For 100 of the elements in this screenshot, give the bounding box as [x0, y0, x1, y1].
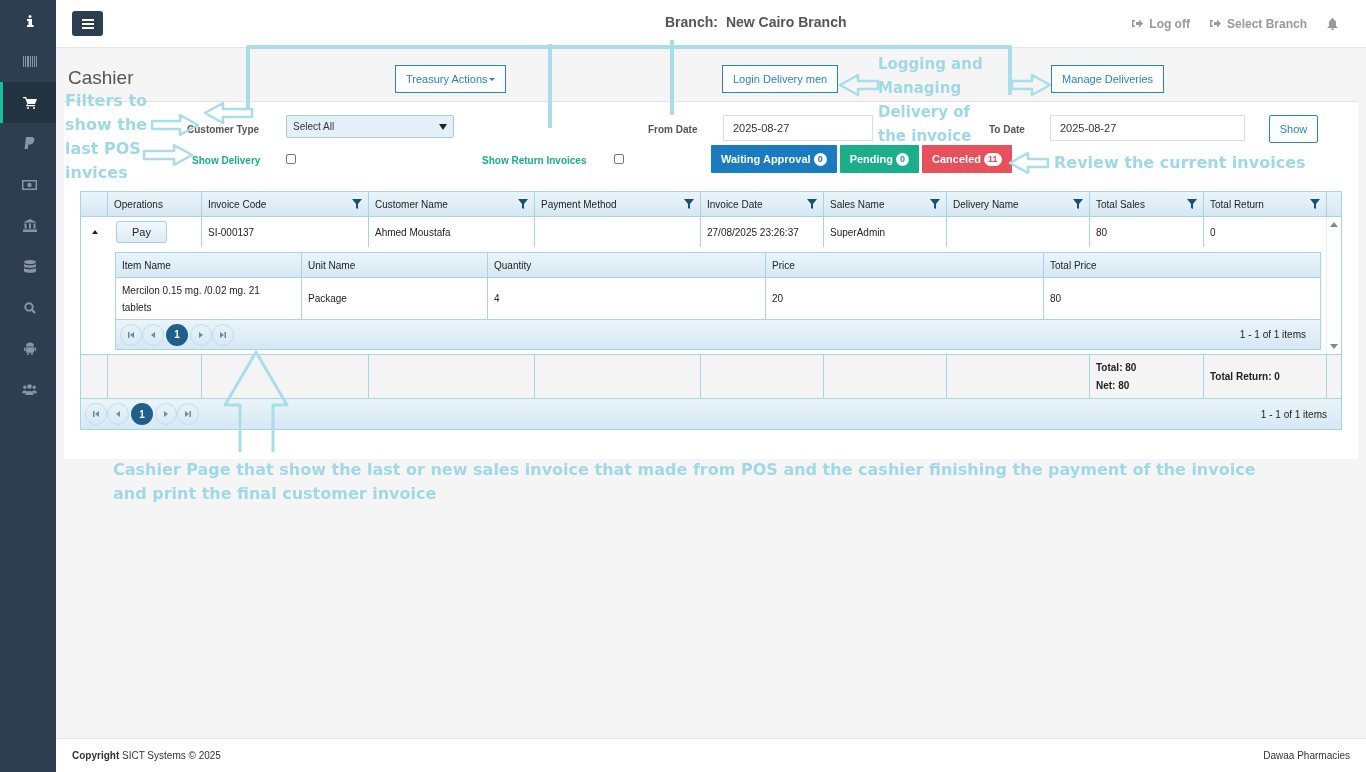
filter-icon[interactable]: [807, 199, 817, 209]
count-badge: 0: [896, 152, 910, 166]
filter-icon[interactable]: [352, 199, 362, 209]
sign-out-icon: [1132, 19, 1144, 28]
column-header[interactable]: Operations: [114, 196, 163, 212]
detail-column-header: Item Name: [122, 258, 171, 273]
arrow: [838, 73, 880, 97]
next-icon: [198, 331, 204, 338]
barcode-icon: [22, 56, 37, 67]
branch-label: Branch:: [665, 13, 718, 32]
filters-annotation: Filters to show the last POS invices: [65, 90, 149, 184]
previous-icon: [115, 411, 121, 417]
filter-icon[interactable]: [518, 199, 528, 209]
table-cell-text: 80: [1050, 292, 1062, 306]
filter-icon[interactable]: [1310, 199, 1320, 209]
column-header[interactable]: Invoice Date: [707, 196, 763, 212]
detail-column-header: Unit Name: [308, 258, 356, 273]
bell-icon[interactable]: [1327, 17, 1338, 30]
sidebar-item[interactable]: [0, 82, 56, 123]
search-icon: [23, 301, 36, 314]
next-icon: [185, 411, 191, 417]
column-header[interactable]: Customer Name: [375, 196, 448, 212]
action-button[interactable]: Treasury Actions: [395, 65, 506, 93]
pay-button[interactable]: Pay: [116, 221, 167, 243]
status-button[interactable]: Waiting Approval 0: [711, 145, 837, 173]
filter-icon[interactable]: [1073, 199, 1083, 209]
status-button[interactable]: Canceled 11: [922, 145, 1012, 173]
filter-label: Customer Type: [187, 123, 260, 137]
info-icon: [25, 14, 34, 27]
action-button[interactable]: Login Delivery men: [722, 65, 839, 93]
table-cell-text: SuperAdmin: [830, 225, 886, 240]
menu-icon: [81, 18, 94, 29]
banknote-icon: [22, 179, 37, 190]
table-cell-text: 4: [494, 292, 500, 306]
column-header[interactable]: Total Return: [1210, 196, 1264, 212]
page-annotation: Cashier Page that show the last or new sales invoice that made from POS and the cashier finishing the payment of the invoice and print the final customer invoice: [113, 459, 1257, 505]
filter-label: Show Delivery: [192, 154, 261, 168]
show-button[interactable]: Show: [1269, 115, 1318, 143]
review-annotation: Review the current invoices: [1054, 152, 1306, 174]
checkbox[interactable]: [614, 154, 624, 164]
filter-icon[interactable]: [684, 199, 694, 209]
expand-toggle[interactable]: [91, 230, 98, 234]
table-cell-text: Ahmed Moustafa: [375, 225, 451, 240]
table-cell-text: 80: [1096, 225, 1108, 240]
total-text: Total Return: 0: [1210, 370, 1281, 384]
arrow: [142, 143, 194, 167]
column-header[interactable]: Delivery Name: [953, 196, 1019, 212]
count-badge: 0: [813, 152, 827, 166]
p-logo-icon: [24, 137, 35, 150]
scrollbar[interactable]: [1326, 217, 1340, 354]
action-button[interactable]: Manage Deliveries: [1051, 65, 1165, 93]
detail-column-header: Quantity: [494, 258, 532, 273]
bank-icon: [22, 219, 37, 232]
cart-icon: [22, 96, 37, 109]
filter-icon[interactable]: [1187, 199, 1197, 209]
count-badge: 11: [984, 152, 1002, 166]
total-text: Total: 80: [1096, 361, 1138, 375]
filter-label: Show Return Invoices: [482, 154, 587, 168]
previous-icon: [150, 331, 156, 338]
database-icon: [23, 260, 36, 273]
table-cell-text: SI-000137: [208, 225, 255, 240]
table-cell-text: 27/08/2025 23:26:37: [707, 225, 799, 240]
detail-column-header: Price: [772, 258, 795, 273]
customer-type-select[interactable]: Select All: [286, 115, 454, 138]
caret-icon: [439, 123, 447, 130]
menu-button[interactable]: [72, 11, 103, 36]
branch-name: New Cairo Branch: [725, 13, 847, 32]
column-header[interactable]: Total Sales: [1096, 196, 1145, 212]
arrow: [1008, 151, 1050, 175]
users-icon: [22, 384, 37, 395]
previous-icon: [128, 331, 134, 338]
next-icon: [163, 411, 169, 417]
previous-icon: [93, 411, 99, 417]
filter-label: To Date: [989, 123, 1025, 137]
column-header[interactable]: Invoice Code: [208, 196, 267, 212]
table-cell-text: 20: [772, 292, 784, 306]
scroll-up-icon[interactable]: [1329, 222, 1338, 227]
robot-icon: [23, 342, 36, 355]
to-date-field[interactable]: 2025-08-27: [1050, 115, 1245, 141]
filter-icon[interactable]: [930, 199, 940, 209]
from-date-field[interactable]: 2025-08-27: [723, 115, 873, 141]
arrow: [1010, 73, 1052, 97]
sign-out-icon: [1209, 19, 1221, 28]
table-cell-text: Package: [308, 292, 347, 306]
pager-summary: 1 - 1 of 1 items: [1239, 328, 1306, 342]
next-icon: [220, 331, 226, 338]
checkbox[interactable]: [286, 154, 296, 164]
arrow: [203, 101, 254, 125]
page-button[interactable]: 1: [166, 323, 188, 346]
table-cell-text: 0: [1210, 225, 1216, 240]
copyright-text: Copyright SICT Systems © 2025: [72, 749, 221, 763]
table-cell-text: Mercilon 0.15 mg. /0.02 mg. 21 tablets: [122, 283, 261, 315]
delivery-annotation: Logging and Managing Delivery of the invoice: [878, 54, 984, 147]
column-header[interactable]: Sales Name: [830, 196, 885, 212]
scroll-down-icon[interactable]: [1329, 344, 1338, 349]
column-header[interactable]: Payment Method: [541, 196, 617, 212]
pager-summary: 1 - 1 of 1 items: [1260, 407, 1327, 422]
total-text: Net: 80: [1096, 379, 1131, 393]
page-button[interactable]: 1: [131, 403, 153, 425]
detail-column-header: Total Price: [1050, 258, 1097, 273]
